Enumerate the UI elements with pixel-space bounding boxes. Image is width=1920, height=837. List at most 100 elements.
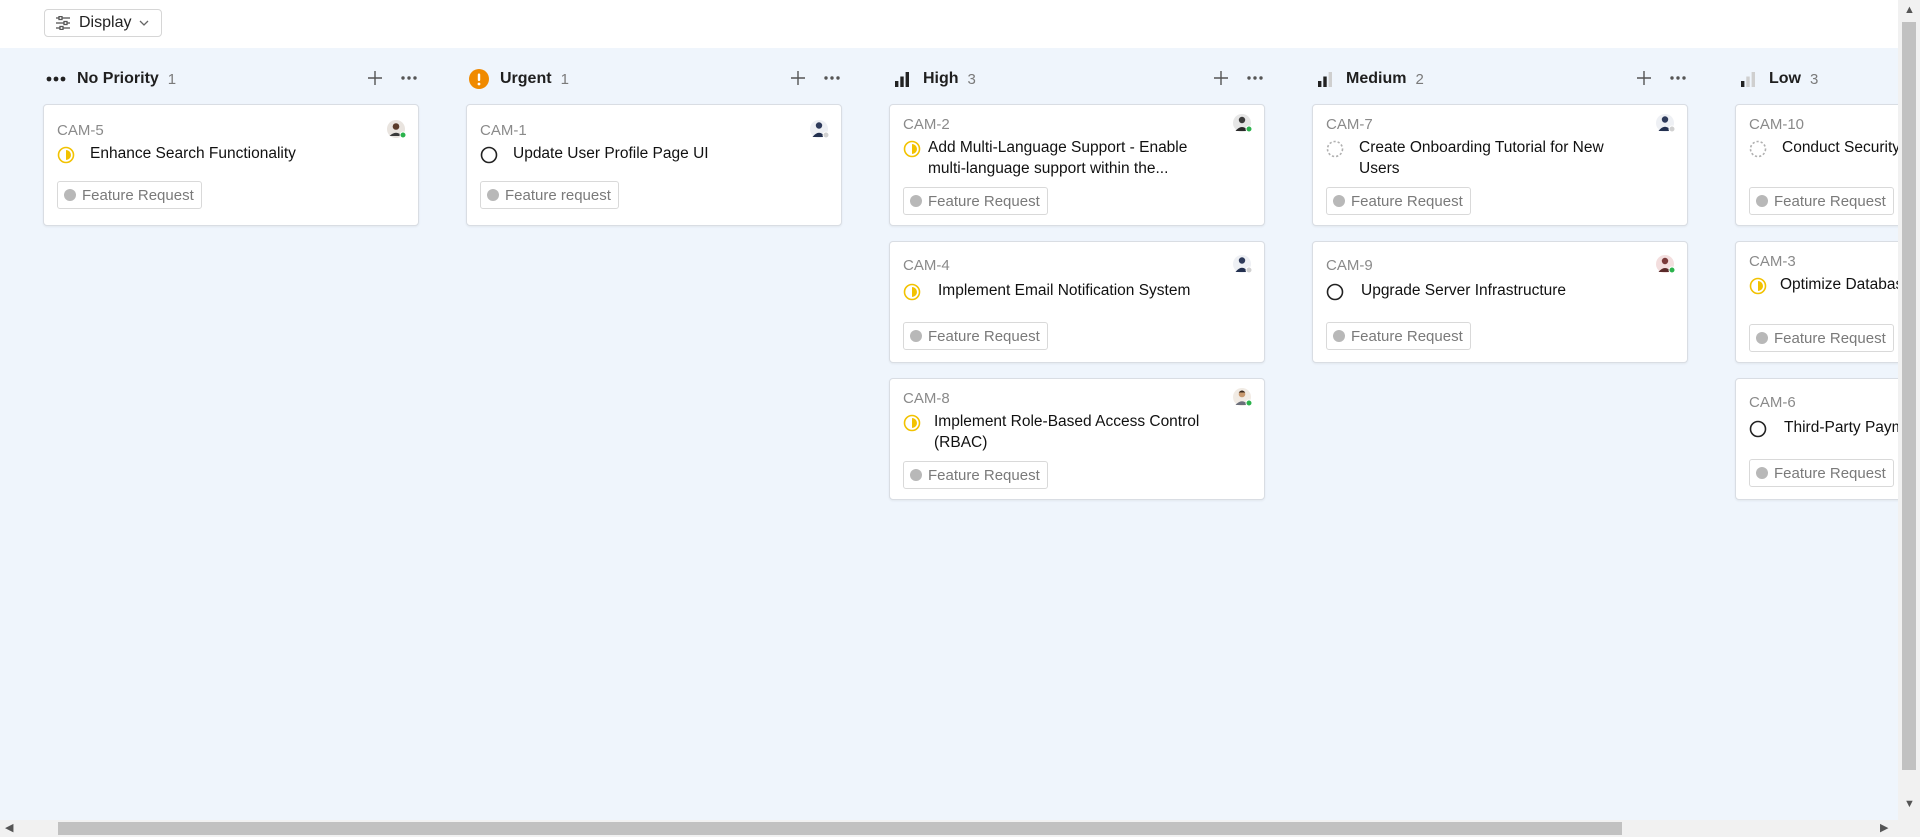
column-title: No Priority — [77, 70, 159, 87]
signal-medium-icon — [1314, 68, 1336, 90]
issue-card[interactable]: CAM-7 Create Onboarding Tutorial for New… — [1312, 104, 1688, 226]
todo-status-icon[interactable] — [1326, 283, 1344, 301]
issue-title: Implement Role-Based Access Control (RBA… — [934, 413, 1200, 451]
add-card-button[interactable] — [1634, 66, 1654, 90]
tag-label: Feature Request — [928, 327, 1040, 345]
display-label: Display — [79, 14, 132, 31]
todo-status-icon[interactable] — [1749, 420, 1767, 438]
chevron-down-icon — [140, 20, 149, 26]
top-toolbar: Display — [0, 0, 1920, 48]
label-tag[interactable]: Feature request — [480, 181, 619, 209]
tag-label: Feature Request — [1351, 192, 1463, 210]
plus-icon — [791, 71, 805, 85]
scroll-right-arrow-icon[interactable]: ▶ — [1880, 820, 1888, 837]
column-menu-button[interactable] — [1245, 66, 1265, 90]
more-icon — [824, 76, 840, 80]
issue-card[interactable]: CAM-10 Conduct Security Assessment Featu… — [1735, 104, 1898, 226]
tag-dot — [910, 330, 922, 342]
column-menu-button[interactable] — [1668, 66, 1688, 90]
tag-dot — [910, 469, 922, 481]
column-menu-button[interactable] — [822, 66, 842, 90]
label-tag[interactable]: Feature Request — [1326, 322, 1471, 350]
horizontal-scrollbar[interactable]: ◀ ▶ — [0, 820, 1898, 837]
tag-label: Feature Request — [1351, 327, 1463, 345]
tag-label: Feature Request — [928, 192, 1040, 210]
tag-dot — [1756, 195, 1768, 207]
issue-card[interactable]: CAM-2 Add Multi-Language Support - Enabl… — [889, 104, 1265, 226]
todo-status-icon[interactable] — [480, 146, 498, 164]
in-progress-status-icon[interactable] — [903, 140, 921, 158]
column-count: 1 — [560, 70, 569, 88]
assignee-avatar[interactable] — [1232, 113, 1252, 133]
issue-title: Update User Profile Page UI — [513, 145, 709, 162]
add-card-button[interactable] — [365, 66, 385, 90]
scroll-down-arrow-icon[interactable]: ▼ — [1904, 796, 1915, 813]
tag-dot — [1756, 467, 1768, 479]
label-tag[interactable]: Feature Request — [57, 181, 202, 209]
signal-high-icon — [891, 68, 913, 90]
scroll-up-arrow-icon[interactable]: ▲ — [1904, 2, 1915, 19]
tag-dot — [1756, 332, 1768, 344]
column-count: 3 — [967, 70, 976, 88]
issue-card[interactable]: CAM-3 Optimize Database Performance Feat… — [1735, 241, 1898, 363]
assignee-avatar[interactable] — [809, 119, 829, 139]
column-header: Medium 2 — [1312, 64, 1688, 94]
column-count: 2 — [1415, 70, 1424, 88]
issue-id: CAM-7 — [1326, 116, 1373, 133]
in-progress-status-icon[interactable] — [903, 283, 921, 301]
horizontal-scroll-thumb[interactable] — [58, 822, 1622, 835]
tag-label: Feature Request — [1774, 329, 1886, 347]
in-progress-status-icon[interactable] — [903, 414, 921, 432]
in-progress-status-icon[interactable] — [57, 146, 75, 164]
display-button[interactable]: Display — [44, 9, 163, 37]
issue-id: CAM-2 — [903, 116, 950, 133]
scroll-left-arrow-icon[interactable]: ◀ — [5, 820, 13, 837]
tag-label: Feature request — [505, 186, 611, 204]
issue-title: Implement Email Notification System — [938, 282, 1191, 299]
urgent-alert-icon — [468, 68, 490, 90]
issue-id: CAM-10 — [1749, 116, 1805, 133]
label-tag[interactable]: Feature Request — [1326, 187, 1471, 215]
label-tag[interactable]: Feature Request — [903, 461, 1048, 489]
issue-card[interactable]: CAM-4 Implement Email Notification Syste… — [889, 241, 1265, 363]
assignee-avatar[interactable] — [1655, 113, 1675, 133]
label-tag[interactable]: Feature Request — [903, 322, 1048, 350]
issue-id: CAM-9 — [1326, 257, 1373, 274]
assignee-avatar[interactable] — [1232, 387, 1252, 407]
backlog-status-icon[interactable] — [1326, 140, 1344, 158]
column-count: 3 — [1810, 70, 1819, 88]
backlog-status-icon[interactable] — [1749, 140, 1767, 158]
add-card-button[interactable] — [788, 66, 808, 90]
issue-card[interactable]: CAM-6 Third-Party Payment Integration Fe… — [1735, 378, 1898, 500]
in-progress-status-icon[interactable] — [1749, 277, 1767, 295]
column-title: Urgent — [500, 70, 552, 87]
column-header: No Priority 1 — [43, 64, 419, 94]
assignee-avatar[interactable] — [1655, 254, 1675, 274]
issue-card[interactable]: CAM-5 Enhance Search Functionality Featu… — [43, 104, 419, 226]
plus-icon — [368, 71, 382, 85]
plus-icon — [1637, 71, 1651, 85]
label-tag[interactable]: Feature Request — [1749, 459, 1894, 487]
vertical-scrollbar[interactable]: ▲ ▼ — [1898, 0, 1920, 837]
add-card-button[interactable] — [1211, 66, 1231, 90]
issue-id: CAM-6 — [1749, 394, 1796, 411]
issue-card[interactable]: CAM-1 Update User Profile Page UI Featur… — [466, 104, 842, 226]
column-menu-button[interactable] — [399, 66, 419, 90]
vertical-scroll-thumb[interactable] — [1902, 22, 1916, 770]
issue-card[interactable]: CAM-8 Implement Role-Based Access Contro… — [889, 378, 1265, 500]
assignee-avatar[interactable] — [386, 119, 406, 139]
issue-title: Enhance Search Functionality — [90, 145, 296, 162]
issue-card[interactable]: CAM-9 Upgrade Server Infrastructure Feat… — [1312, 241, 1688, 363]
label-tag[interactable]: Feature Request — [903, 187, 1048, 215]
tag-dot — [1333, 330, 1345, 342]
more-icon — [1670, 76, 1686, 80]
plus-icon — [1214, 71, 1228, 85]
label-tag[interactable]: Feature Request — [1749, 187, 1894, 215]
issue-title: Optimize Database Performance — [1780, 276, 1898, 293]
tag-label: Feature Request — [1774, 464, 1886, 482]
column-header: Low 3 — [1735, 64, 1898, 94]
issue-title: Conduct Security Assessment — [1782, 139, 1898, 156]
assignee-avatar[interactable] — [1232, 254, 1252, 274]
issue-id: CAM-5 — [57, 122, 104, 139]
label-tag[interactable]: Feature Request — [1749, 324, 1894, 352]
